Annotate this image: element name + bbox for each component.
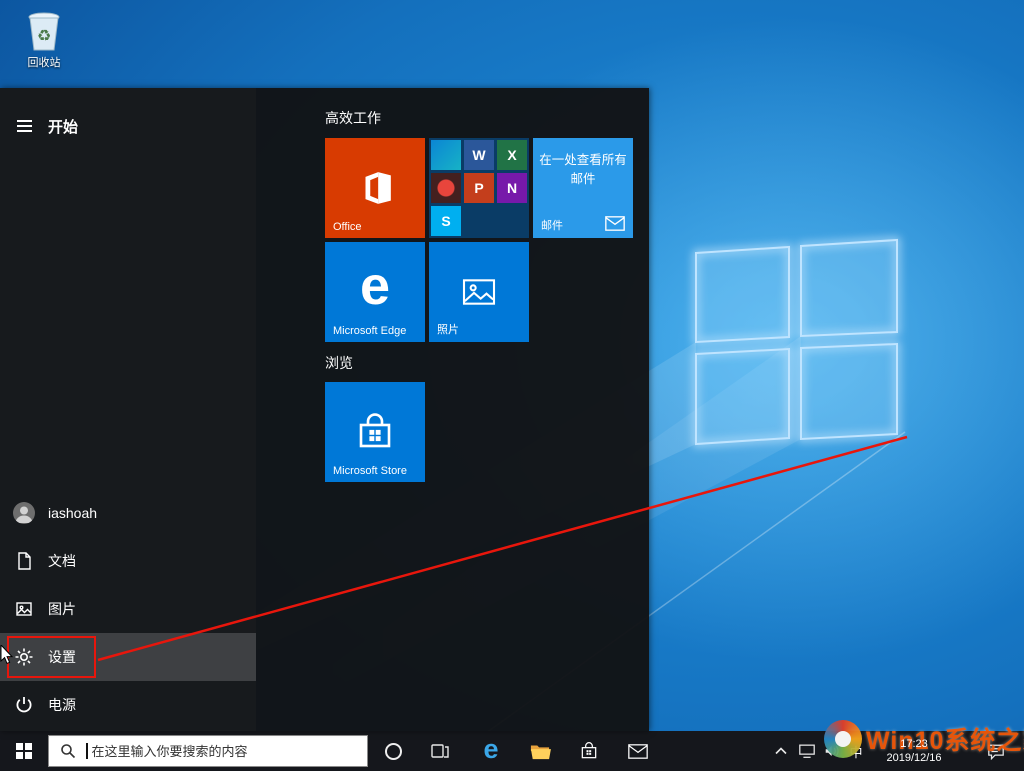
start-menu: 开始 iashoah 文档 图片 设置 电源 高效工作 Office W X P… xyxy=(0,88,649,731)
hamburger-icon xyxy=(16,117,32,135)
rail-item-user[interactable]: iashoah xyxy=(0,489,256,537)
chevron-up-icon xyxy=(775,747,787,755)
folder-icon xyxy=(529,741,551,761)
tile-label: Microsoft Store xyxy=(333,465,407,477)
tray-network-button[interactable] xyxy=(794,731,820,771)
power-icon xyxy=(0,695,48,715)
recycle-bin[interactable]: ♻ 回收站 xyxy=(12,8,76,70)
edge-icon: e xyxy=(483,733,499,764)
tray-volume-button[interactable] xyxy=(820,731,844,771)
taskbar-search-box[interactable] xyxy=(48,735,368,767)
tray-clock[interactable]: 17:23 2019/12/16 xyxy=(872,731,956,771)
tile-label: Office xyxy=(333,221,362,233)
tile-label: 邮件 xyxy=(541,220,563,232)
mini-app-icon xyxy=(431,173,461,203)
svg-text:♻: ♻ xyxy=(37,28,51,45)
mini-empty xyxy=(464,206,494,236)
search-input[interactable] xyxy=(91,743,342,759)
mail-taskbar-button[interactable] xyxy=(618,731,658,771)
start-tiles-area: 高效工作 Office W X P N S 在一处查看所有邮件 邮件 e Mic… xyxy=(325,88,649,731)
tile-edge[interactable]: e Microsoft Edge xyxy=(325,242,425,342)
mini-empty xyxy=(497,206,527,236)
tile-label: Microsoft Edge xyxy=(333,325,407,337)
rail-item-label: 电源 xyxy=(48,697,76,713)
tray-chevron-button[interactable] xyxy=(768,731,794,771)
cortana-button[interactable] xyxy=(373,731,413,771)
task-view-button[interactable] xyxy=(420,731,460,771)
recycle-bin-label: 回收站 xyxy=(27,57,61,69)
tile-office-apps-folder[interactable]: W X P N S xyxy=(429,138,529,238)
tray-ime-button[interactable]: 中 xyxy=(844,731,868,771)
tile-group-title: 高效工作 xyxy=(325,110,381,126)
start-menu-header: 开始 xyxy=(0,108,256,144)
clock-date: 2019/12/16 xyxy=(886,752,942,764)
rail-item-label: 设置 xyxy=(48,649,76,665)
start-menu-title: 开始 xyxy=(48,118,79,136)
ime-indicator: 中 xyxy=(849,744,863,760)
rail-item-power[interactable]: 电源 xyxy=(0,681,256,729)
office-apps-mini-grid: W X P N S xyxy=(429,138,529,238)
rail-item-documents[interactable]: 文档 xyxy=(0,537,256,585)
speaker-icon xyxy=(824,744,841,758)
hamburger-menu-button[interactable] xyxy=(0,117,48,135)
mail-envelope-icon xyxy=(605,216,625,231)
mail-envelope-icon xyxy=(628,743,648,759)
edge-icon: e xyxy=(359,256,391,316)
gear-icon xyxy=(0,647,48,667)
tile-mail[interactable]: 在一处查看所有邮件 邮件 xyxy=(533,138,633,238)
tile-photos[interactable]: 照片 xyxy=(429,242,529,342)
search-icon xyxy=(60,743,76,759)
clock-time: 17:23 xyxy=(900,737,928,750)
taskbar: e xyxy=(0,731,1024,771)
action-center-button[interactable] xyxy=(978,731,1014,771)
rail-item-label: 文档 xyxy=(48,553,76,569)
network-icon xyxy=(798,743,816,759)
tile-store[interactable]: Microsoft Store xyxy=(325,382,425,482)
tile-group-title: 浏览 xyxy=(325,355,353,371)
rail-item-settings[interactable]: 设置 xyxy=(0,633,256,681)
windows-logo-icon xyxy=(16,743,32,759)
store-taskbar-button[interactable] xyxy=(569,731,609,771)
recycle-bin-icon: ♻ xyxy=(12,8,76,52)
rail-item-label: iashoah xyxy=(48,505,98,521)
user-avatar-icon xyxy=(0,501,48,525)
edge-taskbar-button[interactable]: e xyxy=(471,731,511,771)
mini-app-icon xyxy=(431,140,461,170)
mini-powerpoint-icon: P xyxy=(464,173,494,203)
tile-office[interactable]: Office xyxy=(325,138,425,238)
store-bag-icon xyxy=(579,741,599,761)
rail-item-label: 图片 xyxy=(48,601,76,617)
desktop: ♻ 回收站 开始 iashoah 文档 图片 设置 电源 高效工作 Office… xyxy=(0,0,1024,771)
mail-tile-caption: 在一处查看所有邮件 xyxy=(539,153,627,187)
tile-label: 照片 xyxy=(437,324,459,336)
cortana-icon xyxy=(384,742,402,760)
mini-onenote-icon: N xyxy=(497,173,527,203)
picture-icon xyxy=(0,599,48,619)
mini-skype-icon: S xyxy=(431,206,461,236)
start-button[interactable] xyxy=(0,731,48,771)
document-icon xyxy=(0,551,48,571)
rail-item-pictures[interactable]: 图片 xyxy=(0,585,256,633)
mini-excel-icon: X xyxy=(497,140,527,170)
notification-bubble-icon xyxy=(987,743,1005,760)
text-caret xyxy=(86,743,88,759)
file-explorer-button[interactable] xyxy=(520,731,560,771)
task-view-icon xyxy=(430,741,450,761)
mini-word-icon: W xyxy=(464,140,494,170)
